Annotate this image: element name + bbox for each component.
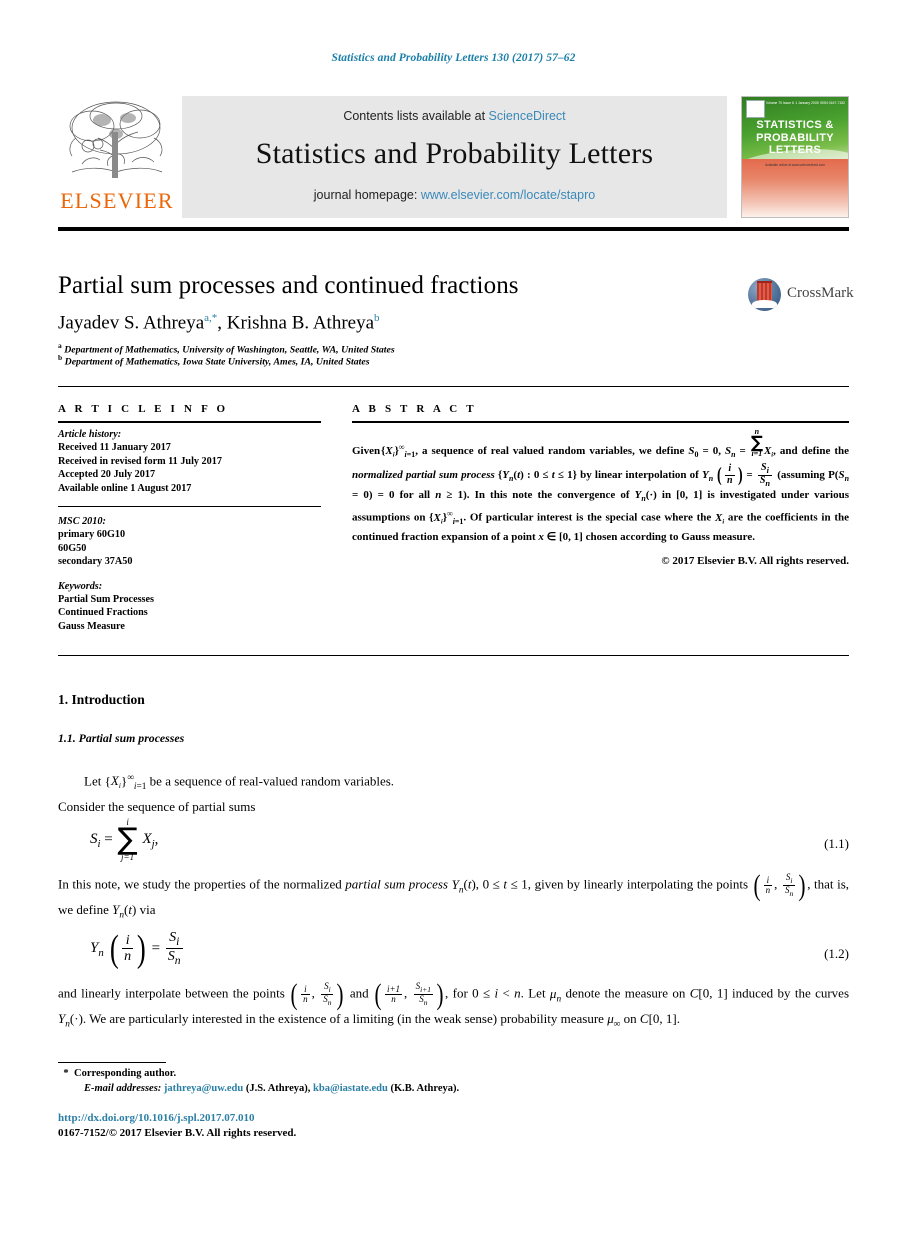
- crossmark-label: CrossMark: [787, 285, 854, 301]
- section-1-title: Introduction: [71, 692, 145, 707]
- masthead-center: Contents lists available at ScienceDirec…: [182, 96, 727, 218]
- doi-link[interactable]: http://dx.doi.org/10.1016/j.spl.2017.07.…: [58, 1112, 255, 1124]
- masthead-divider: [58, 227, 849, 231]
- section-1-heading: 1. Introduction: [58, 692, 145, 708]
- msc-label: MSC 2010:: [58, 516, 106, 528]
- author-1-name: Jayadev S. Athreya: [58, 312, 205, 334]
- section-1-1-title: Partial sum processes: [78, 731, 185, 745]
- section-1-number: 1.: [58, 692, 69, 707]
- cover-title-line1: STATISTICS &: [756, 119, 834, 131]
- abstract-bottom-divider: [58, 655, 849, 656]
- journal-cover-thumbnail[interactable]: Volume 70 Issue 6 1 January 2005 ISSN 01…: [741, 96, 849, 218]
- issn-copyright: 0167-7152/© 2017 Elsevier B.V. All right…: [58, 1127, 297, 1139]
- keywords-label: Keywords:: [58, 580, 103, 592]
- corresponding-author-mark: *: [63, 1068, 69, 1079]
- abstract-copyright: © 2017 Elsevier B.V. All rights reserved…: [661, 555, 849, 568]
- paragraph-1: Let {Xi}∞i=1 be a sequence of real-value…: [58, 773, 395, 814]
- crossmark-badge[interactable]: CrossMark: [748, 278, 854, 312]
- cover-elsevier-mark-icon: [746, 100, 765, 118]
- msc-item: 60G50: [58, 542, 87, 554]
- journal-masthead: ELSEVIER Contents lists available at Sci…: [58, 96, 849, 218]
- crossmark-base-icon: [752, 300, 777, 308]
- journal-homepage-link[interactable]: www.elsevier.com/locate/stapro: [421, 188, 595, 202]
- paper-page: Statistics and Probability Letters 130 (…: [0, 0, 907, 1238]
- equation-1-2-body: Yn (i n) = Si Sn: [90, 927, 183, 970]
- cover-issue-line: Volume 70 Issue 6 1 January 2005 ISSN 01…: [766, 101, 845, 108]
- author-1-marks[interactable]: a,*: [204, 312, 217, 324]
- info-heading-divider: [58, 421, 321, 423]
- affiliation-b-text: Department of Mathematics, Iowa State Un…: [64, 356, 370, 368]
- msc-block: MSC 2010: primary 60G10 60G50 secondary …: [58, 515, 321, 569]
- paragraph-3: and linearly interpolate between the poi…: [58, 978, 850, 1030]
- cover-issue-left: Volume 70 Issue 6: [766, 101, 794, 105]
- equation-1-1-number: (1.1): [824, 836, 849, 851]
- email-label: E-mail addresses:: [84, 1083, 162, 1094]
- elsevier-tree-icon: [62, 98, 170, 186]
- homepage-prefix: journal homepage:: [313, 188, 421, 202]
- email-link-1[interactable]: jathreya@uw.edu: [164, 1083, 243, 1094]
- footnote-divider: [58, 1062, 166, 1063]
- history-item: Received 11 January 2017: [58, 442, 171, 454]
- email-owner-1: (J.S. Athreya),: [245, 1083, 311, 1094]
- keyword-item: Continued Fractions: [58, 607, 148, 619]
- abstract-column: Given {Xi}∞i=1, a sequence of real value…: [352, 428, 849, 569]
- cover-issue-mid: 1 January 2005: [795, 101, 819, 105]
- section-1-1-heading: 1.1. Partial sum processes: [58, 731, 184, 746]
- keyword-item: Gauss Measure: [58, 620, 125, 632]
- journal-title: Statistics and Probability Letters: [255, 137, 654, 170]
- email-line: E-mail addresses: jathreya@uw.edu (J.S. …: [58, 1081, 658, 1096]
- cover-bottom-gradient: [742, 159, 848, 217]
- author-2-name: Krishna B. Athreya: [226, 312, 375, 334]
- info-inner-divider: [58, 506, 321, 508]
- affiliation-b-mark: b: [58, 353, 63, 362]
- history-item: Accepted 20 July 2017: [58, 469, 156, 481]
- cover-caption: Available online at www.sciencedirect.co…: [765, 163, 825, 167]
- elsevier-logo: ELSEVIER: [58, 96, 178, 218]
- info-top-divider: [58, 386, 849, 387]
- corresponding-author-text: Corresponding author.: [74, 1068, 177, 1079]
- equation-1-2: Yn (i n) = Si Sn (1.2): [58, 930, 849, 986]
- equation-1-2-number: (1.2): [824, 946, 849, 961]
- crossmark-icon: [748, 278, 781, 311]
- contents-line: Contents lists available at ScienceDirec…: [182, 96, 727, 123]
- abstract-heading-divider: [352, 421, 849, 423]
- contents-prefix: Contents lists available at: [343, 109, 489, 123]
- section-1-1-number: 1.1.: [58, 731, 76, 745]
- homepage-line: journal homepage: www.elsevier.com/locat…: [182, 188, 727, 202]
- elsevier-wordmark: ELSEVIER: [60, 188, 174, 213]
- equation-1-1-body: Si = i ∑ j=1 Xj,: [90, 817, 159, 862]
- author-list: Jayadev S. Athreyaa,*, Krishna B. Athrey…: [58, 312, 380, 334]
- abstract-heading: A B S T R A C T: [352, 403, 477, 415]
- cover-issue-right: ISSN 0167-7152: [819, 101, 845, 105]
- article-info-column: Article history: Received 11 January 201…: [58, 428, 321, 633]
- history-label: Article history:: [58, 429, 122, 440]
- equation-1-1: Si = i ∑ j=1 Xj, (1.1): [58, 818, 849, 872]
- article-info-heading: A R T I C L E I N F O: [58, 403, 229, 415]
- cover-journal-name: STATISTICS & PROBABILITY LETTERS: [742, 119, 848, 157]
- keywords-block: Keywords: Partial Sum Processes Continue…: [58, 580, 321, 634]
- running-head: Statistics and Probability Letters 130 (…: [331, 52, 576, 64]
- cover-title-line2: PROBABILITY: [756, 131, 834, 144]
- email-link-2[interactable]: kba@iastate.edu: [313, 1083, 388, 1094]
- msc-item: secondary 37A50: [58, 556, 133, 568]
- history-item: Received in revised form 11 July 2017: [58, 455, 222, 467]
- keyword-item: Partial Sum Processes: [58, 594, 155, 606]
- email-owner-2: (K.B. Athreya).: [390, 1083, 460, 1094]
- corresponding-author-note: * Corresponding author.: [58, 1066, 658, 1081]
- sciencedirect-link[interactable]: ScienceDirect: [489, 109, 566, 123]
- history-block: Article history: Received 11 January 201…: [58, 428, 321, 495]
- msc-item: primary 60G10: [58, 529, 126, 541]
- page-title: Partial sum processes and continued frac…: [58, 272, 519, 299]
- history-item: Available online 1 August 2017: [58, 482, 192, 494]
- cover-title-line3: LETTERS: [768, 144, 822, 156]
- paragraph-2: In this note, we study the properties of…: [58, 869, 850, 921]
- affiliation-a-mark: a: [58, 341, 62, 350]
- affiliation-b: b Department of Mathematics, Iowa State …: [58, 353, 758, 367]
- footnote-block: * Corresponding author. E-mail addresses:…: [58, 1066, 658, 1096]
- author-2-marks[interactable]: b: [374, 312, 380, 324]
- abstract-text: Given {Xi}∞i=1, a sequence of real value…: [352, 427, 849, 543]
